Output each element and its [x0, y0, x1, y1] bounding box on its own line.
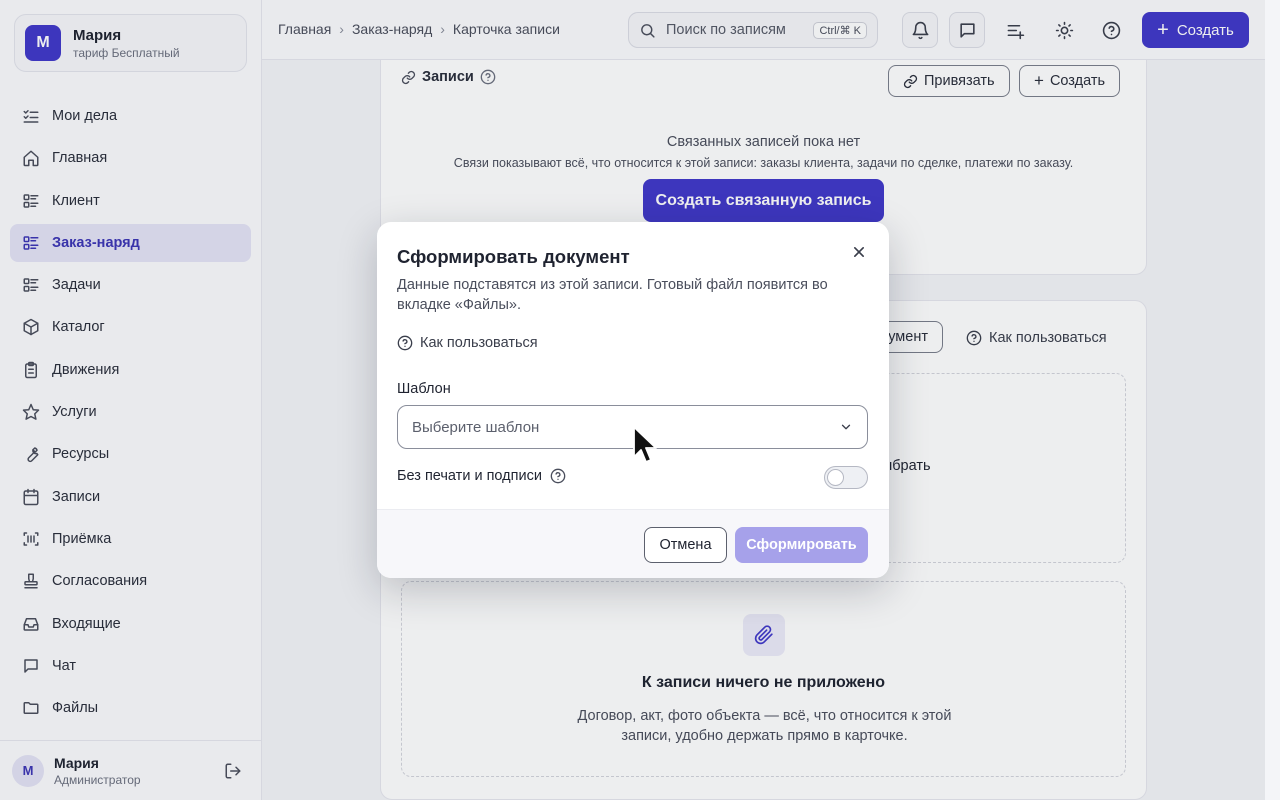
generate-document-dialog: Сформировать документ Данные подставятся…: [377, 222, 889, 578]
no-stamp-label: Без печати и подписи: [397, 468, 542, 484]
mouse-cursor-icon: [633, 426, 657, 463]
chevron-down-icon: [841, 424, 851, 430]
dialog-footer: Отмена Сформировать: [377, 509, 889, 578]
cancel-button[interactable]: Отмена: [644, 527, 727, 563]
dialog-help-link[interactable]: Как пользоваться: [397, 335, 538, 351]
dialog-help-label: Как пользоваться: [420, 335, 538, 351]
no-stamp-toggle[interactable]: [824, 466, 868, 489]
toggle-knob: [827, 469, 844, 486]
close-icon[interactable]: [849, 242, 869, 262]
generate-button[interactable]: Сформировать: [735, 527, 868, 563]
help-circle-icon: [397, 335, 413, 351]
template-placeholder: Выберите шаблон: [412, 418, 540, 436]
template-label: Шаблон: [397, 381, 451, 397]
dialog-description: Данные подставятся из этой записи. Готов…: [397, 277, 828, 313]
dialog-title: Сформировать документ: [397, 246, 630, 267]
help-circle-icon[interactable]: [550, 468, 566, 484]
no-stamp-row: Без печати и подписи: [397, 468, 566, 484]
